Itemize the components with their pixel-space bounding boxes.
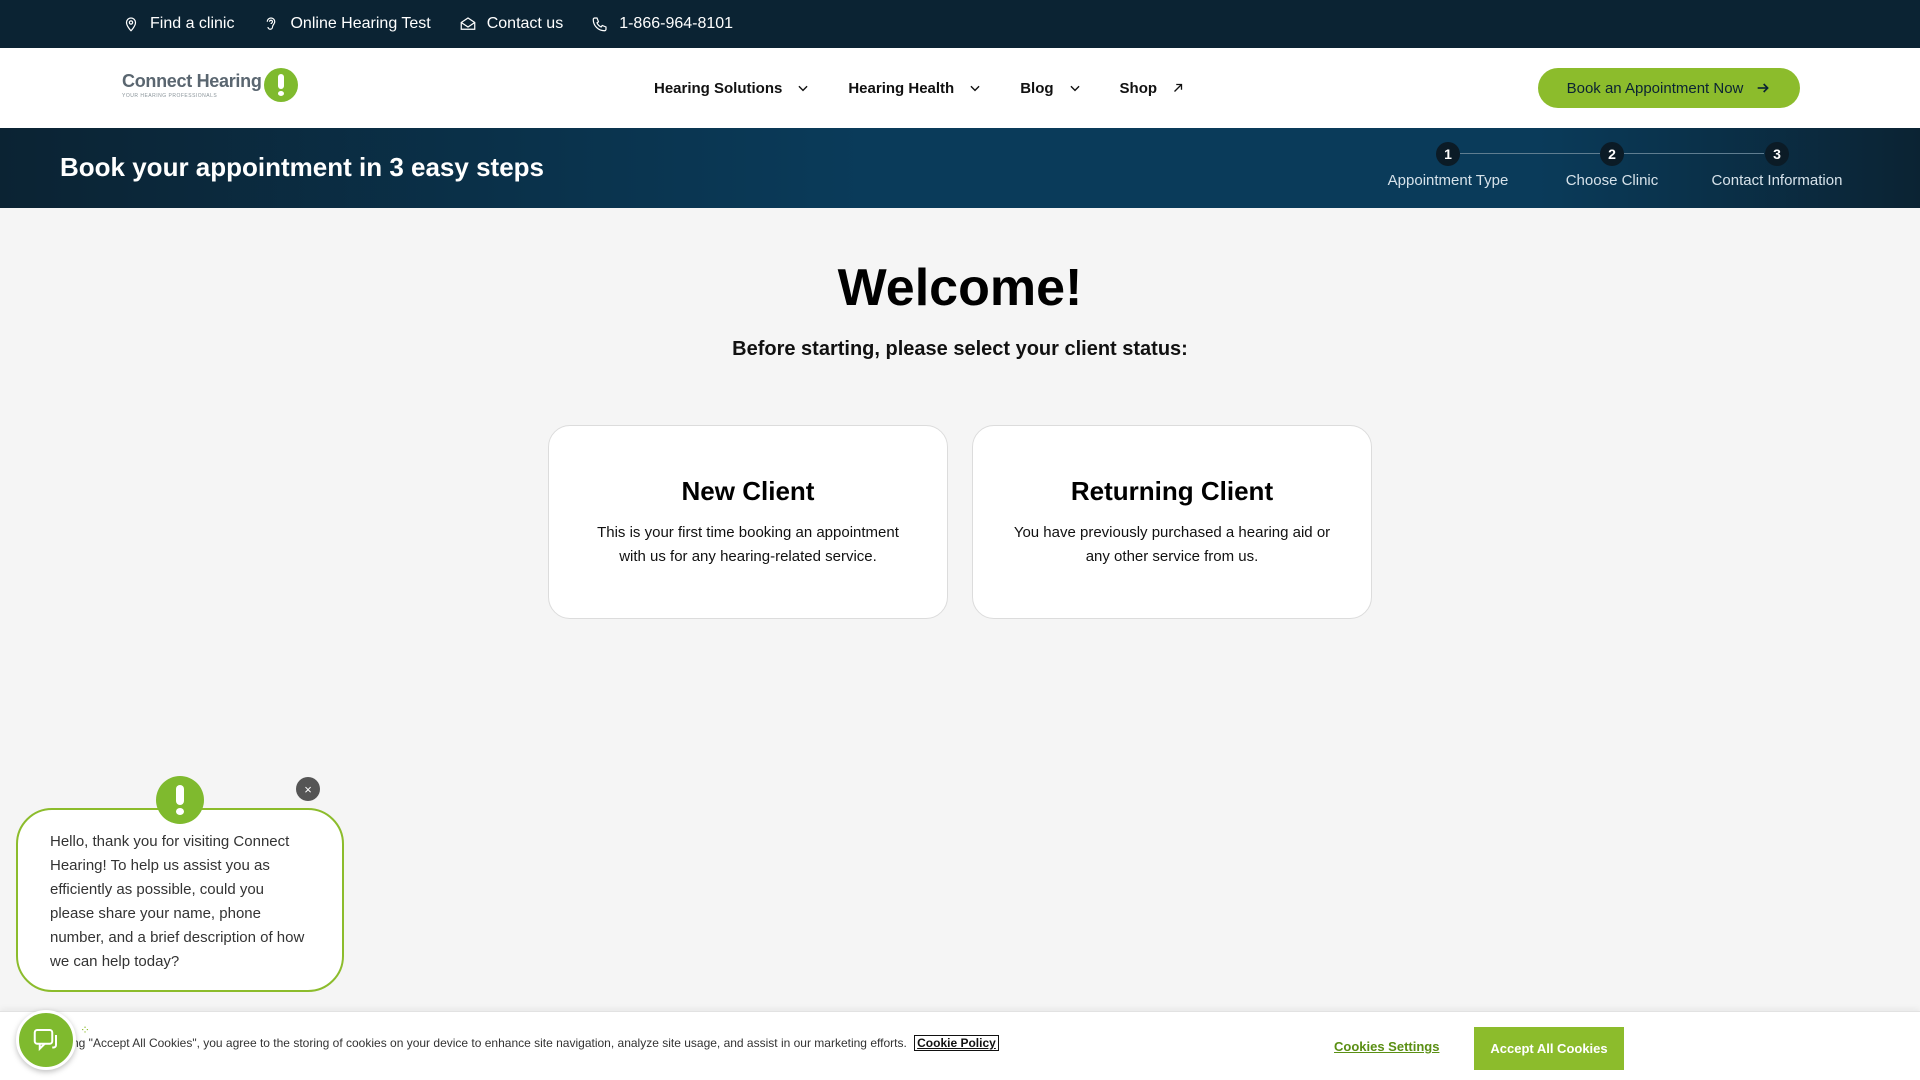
close-icon: × [304, 781, 312, 797]
step-label: Contact Information [1711, 172, 1843, 189]
find-clinic-link[interactable]: Find a clinic [122, 15, 234, 33]
banner-title: Book your appointment in 3 easy steps [60, 152, 544, 182]
chevron-down-icon [970, 85, 980, 92]
card-title: Returning Client [1070, 476, 1274, 506]
steps-banner: Book your appointment in 3 easy steps 1 … [0, 128, 1920, 208]
contact-us-link[interactable]: Contact us [459, 15, 563, 33]
cookies-settings-button[interactable]: Cookies Settings [1334, 1039, 1439, 1054]
main-nav: Hearing Solutions Hearing Health Blog Sh… [654, 48, 1223, 128]
chat-close-button[interactable]: × [296, 777, 320, 801]
step-appointment-type: 1 Appointment Type [1358, 142, 1538, 189]
card-description: This is your first time booking an appoi… [597, 524, 899, 565]
nav-hearing-health-label: Hearing Health [848, 79, 955, 97]
book-appointment-label: Book an Appointment Now [1566, 79, 1744, 97]
chevron-down-icon [1069, 85, 1080, 92]
phone-link[interactable]: 1-866-964-8101 [591, 15, 733, 33]
location-pin-icon [125, 17, 137, 32]
nav-hearing-solutions-label: Hearing Solutions [654, 79, 783, 97]
external-arrow-icon [1174, 83, 1183, 92]
cookie-policy-link[interactable]: Cookie Policy [914, 1035, 999, 1051]
nav-hearing-health[interactable]: Hearing Health [848, 80, 982, 97]
nav-hearing-solutions[interactable]: Hearing Solutions [654, 80, 810, 97]
chat-message: Hello, thank you for visiting Connect He… [50, 833, 305, 970]
chat-launcher-button[interactable] [16, 1010, 76, 1070]
drag-handle-icon[interactable]: ⁘ [80, 1024, 90, 1036]
logo-mark-icon [263, 68, 298, 102]
step-number: 2 [1600, 142, 1624, 166]
cookie-text-wrapper: ng "Accept All Cookies", you agree to th… [72, 1035, 999, 1051]
chevron-down-icon [798, 85, 808, 92]
nav-shop[interactable]: Shop [1120, 80, 1186, 97]
envelope-icon [460, 17, 476, 30]
step-choose-clinic: 2 Choose Clinic [1522, 142, 1702, 189]
phone-number: 1-866-964-8101 [619, 15, 734, 32]
find-clinic-label: Find a clinic [150, 15, 235, 32]
step-number: 3 [1765, 142, 1789, 166]
arrow-right-icon [1758, 83, 1770, 93]
online-hearing-test-link[interactable]: Online Hearing Test [262, 15, 431, 33]
accept-all-cookies-button[interactable]: Accept All Cookies [1474, 1027, 1624, 1070]
card-title: New Client [681, 476, 815, 506]
chat-icon [33, 1029, 57, 1052]
logo-name: Connect Hearing [122, 71, 262, 91]
ear-icon [267, 17, 276, 30]
step-label: Appointment Type [1387, 172, 1509, 189]
site-header: Connect Hearing YOUR HEARING PROFESSIONA… [0, 48, 1920, 128]
returning-client-card[interactable]: Returning Client You have previously pur… [972, 425, 1372, 619]
chat-message-bubble: Hello, thank you for visiting Connect He… [16, 808, 344, 992]
step-label: Choose Clinic [1565, 172, 1659, 189]
contact-us-label: Contact us [486, 15, 564, 32]
utility-bar: Find a clinic Online Hearing Test Contac… [0, 0, 1920, 48]
step-contact-information: 3 Contact Information [1687, 142, 1867, 189]
step-number: 1 [1436, 142, 1460, 166]
nav-blog[interactable]: Blog [1020, 80, 1081, 97]
new-client-card[interactable]: New Client This is your first time booki… [548, 425, 948, 619]
chat-brand-icon [156, 776, 204, 824]
logo-tagline: YOUR HEARING PROFESSIONALS [122, 93, 218, 99]
card-description: You have previously purchased a hearing … [1013, 524, 1331, 565]
page-title: Welcome! [837, 259, 1083, 317]
cookie-message: ng "Accept All Cookies", you agree to th… [72, 1036, 907, 1050]
nav-shop-label: Shop [1119, 79, 1158, 97]
online-hearing-test-label: Online Hearing Test [290, 15, 431, 32]
page-subtitle: Before starting, please select your clie… [732, 338, 1188, 360]
logo-text: Connect Hearing YOUR HEARING PROFESSIONA… [122, 71, 262, 99]
phone-icon [592, 17, 607, 32]
cookie-banner: ng "Accept All Cookies", you agree to th… [0, 1011, 1920, 1080]
nav-blog-label: Blog [1020, 79, 1054, 97]
book-appointment-button[interactable]: Book an Appointment Now [1538, 68, 1800, 108]
connect-hearing-logo[interactable]: Connect Hearing YOUR HEARING PROFESSIONA… [122, 68, 298, 102]
